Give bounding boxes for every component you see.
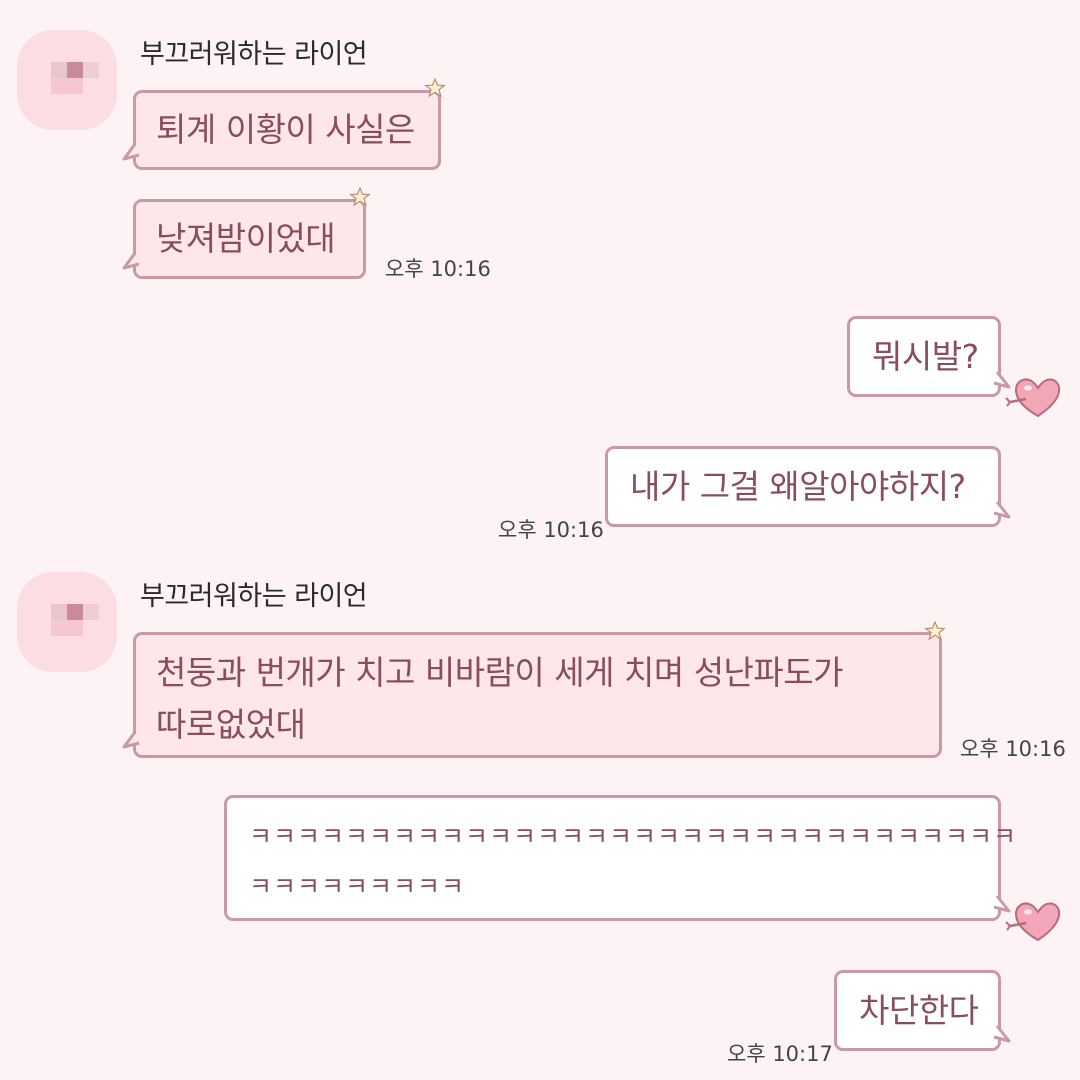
message-bubble[interactable]: 차단한다: [834, 970, 1001, 1051]
avatar-pixel: [51, 62, 67, 78]
message-time: 오후 10:17: [727, 1042, 833, 1066]
message-bubble[interactable]: 퇴계 이황이 사실은: [133, 90, 441, 170]
message-text: ㅋㅋㅋㅋㅋㅋㅋㅋㅋㅋㅋㅋㅋㅋㅋㅋㅋㅋㅋㅋㅋㅋㅋㅋㅋㅋㅋㅋㅋㅋㅋㅋ ㅋㅋㅋㅋㅋㅋㅋ…: [249, 822, 1018, 901]
bubble-tail: [122, 252, 140, 270]
message-time: 오후 10:16: [385, 257, 491, 281]
heart-icon: [1005, 378, 1061, 418]
message-text: 천둥과 번개가 치고 비바람이 세게 치며 성난파도가 따로없었대: [156, 653, 844, 744]
bubble-tail: [122, 731, 140, 749]
bubble-tail: [993, 501, 1011, 519]
avatar-pixel: [51, 78, 83, 94]
star-icon: [424, 77, 446, 98]
message-bubble[interactable]: 뭐시발?: [847, 316, 1001, 397]
heart-icon: [1005, 902, 1061, 942]
message-bubble[interactable]: ㅋㅋㅋㅋㅋㅋㅋㅋㅋㅋㅋㅋㅋㅋㅋㅋㅋㅋㅋㅋㅋㅋㅋㅋㅋㅋㅋㅋㅋㅋㅋㅋ ㅋㅋㅋㅋㅋㅋㅋ…: [224, 795, 1016, 921]
avatar-pixel: [51, 604, 67, 620]
message-text: 내가 그걸 왜알아야하지?: [630, 467, 966, 506]
avatar-pixel: [51, 620, 83, 636]
avatar-pixel: [83, 604, 99, 620]
message-time: 오후 10:16: [960, 737, 1066, 761]
message-text: 뭐시발?: [872, 337, 979, 376]
avatar-pixel: [67, 62, 83, 78]
star-icon: [924, 620, 946, 641]
avatar-pixel: [67, 604, 83, 620]
bubble-tail: [993, 1025, 1011, 1043]
avatar[interactable]: [17, 30, 117, 130]
message-text: 차단한다: [859, 991, 979, 1030]
message-bubble[interactable]: 천둥과 번개가 치고 비바람이 세게 치며 성난파도가 따로없었대: [133, 632, 942, 758]
star-icon: [349, 186, 371, 207]
bubble-tail: [122, 143, 140, 161]
message-bubble[interactable]: 내가 그걸 왜알아야하지?: [605, 446, 1001, 527]
message-bubble[interactable]: 낮져밤이었대: [133, 199, 366, 279]
message-text: 퇴계 이황이 사실은: [156, 110, 415, 149]
avatar[interactable]: [17, 572, 117, 672]
message-time: 오후 10:16: [498, 518, 604, 542]
sender-name: 부끄러워하는 라이언: [140, 581, 368, 612]
sender-name: 부끄러워하는 라이언: [140, 39, 368, 70]
avatar-pixel: [83, 62, 99, 78]
message-text: 낮져밤이었대: [156, 219, 336, 258]
